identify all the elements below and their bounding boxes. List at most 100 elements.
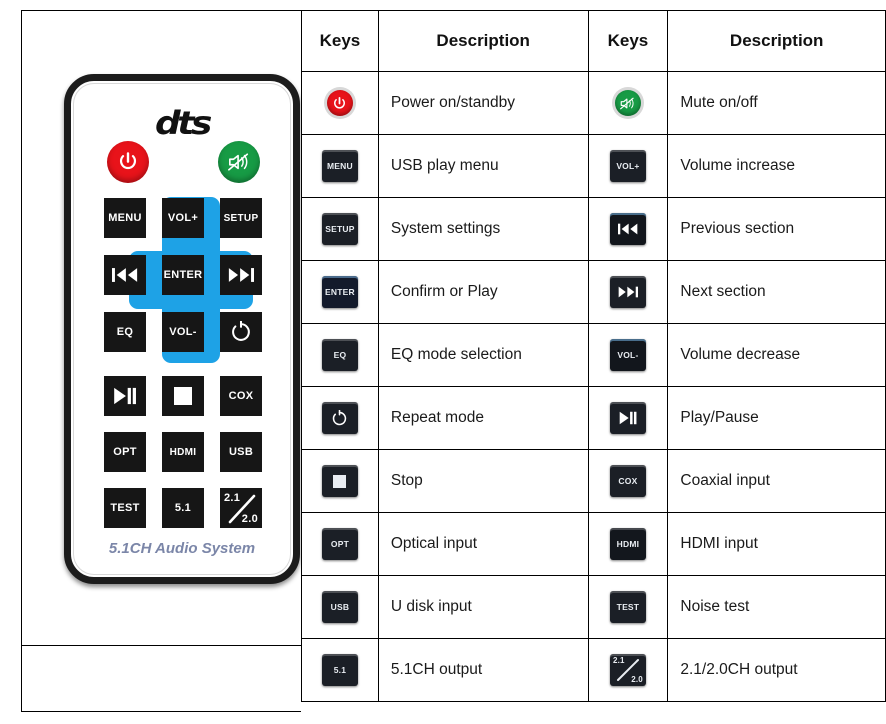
- key-cell-menu[interactable]: MENU: [301, 134, 379, 198]
- remote-key-label: OPT: [113, 446, 137, 458]
- table-row: USB U disk input TEST Noise test: [301, 575, 886, 639]
- table-row: Repeat mode Play/Pause: [301, 386, 886, 450]
- play-pause-icon: [114, 387, 136, 405]
- dts-logo: dts: [154, 104, 212, 142]
- key-cell-play-pause[interactable]: [587, 386, 669, 450]
- remote-key-repeat[interactable]: [220, 312, 262, 352]
- key-cell-opt[interactable]: OPT: [301, 512, 379, 576]
- key-description-table: Keys Description Keys Description Power …: [301, 10, 886, 702]
- slash-icon: [616, 659, 639, 681]
- key-cell-next[interactable]: [587, 260, 669, 324]
- desc-cell: Noise test: [667, 575, 886, 639]
- remote-key-previous[interactable]: [104, 255, 146, 295]
- desc-cell: Volume increase: [667, 134, 886, 198]
- optical-key-icon: OPT: [321, 528, 358, 560]
- remote-key-51ch[interactable]: 5.1: [162, 488, 204, 528]
- remote-key-menu[interactable]: MENU: [104, 198, 146, 238]
- remote-key-label: COX: [228, 390, 254, 402]
- previous-track-icon: [112, 268, 138, 282]
- remote-control-device: dts MENU VOL+ SETUP ENTER EQ VOL- COX OP…: [64, 74, 300, 584]
- volume-down-key-icon: VOL-: [609, 339, 646, 371]
- mute-icon: [611, 87, 644, 119]
- table-row: EQ EQ mode selection VOL- Volume decreas…: [301, 323, 886, 387]
- remote-key-label: VOL+: [167, 212, 199, 224]
- key-cell-setup[interactable]: SETUP: [301, 197, 379, 261]
- remote-key-next[interactable]: [220, 255, 262, 295]
- menu-key-icon: MENU: [321, 150, 358, 182]
- table-row: 5.1 5.1CH output 2.1 2.0 2.1/2.0CH outpu…: [301, 638, 886, 702]
- next-track-icon: [609, 276, 646, 308]
- desc-cell: Mute on/off: [667, 71, 886, 135]
- desc-cell: Volume decrease: [667, 323, 886, 387]
- key-cell-stop[interactable]: [301, 449, 379, 513]
- remote-key-cox[interactable]: COX: [220, 376, 262, 416]
- key-cell-51ch[interactable]: 5.1: [301, 638, 379, 702]
- remote-key-enter[interactable]: ENTER: [162, 255, 204, 295]
- header-keys-1: Keys: [301, 10, 379, 72]
- desc-cell: EQ mode selection: [377, 323, 589, 387]
- key-cell-power[interactable]: [301, 71, 379, 135]
- table-row: Power on/standby Mute on/off: [301, 71, 886, 135]
- repeat-icon: [232, 321, 250, 341]
- desc-cell: Repeat mode: [377, 386, 589, 450]
- remote-key-label: TEST: [110, 502, 140, 514]
- remote-key-vol-down[interactable]: VOL-: [162, 312, 204, 352]
- desc-cell: Previous section: [667, 197, 886, 261]
- remote-mute-button[interactable]: [218, 141, 260, 183]
- remote-key-label: VOL-: [169, 326, 197, 338]
- remote-power-button[interactable]: [107, 141, 149, 183]
- remote-key-test[interactable]: TEST: [104, 488, 146, 528]
- repeat-icon: [321, 402, 358, 434]
- stop-icon: [321, 465, 358, 497]
- key-cell-test[interactable]: TEST: [587, 575, 669, 639]
- stop-icon: [174, 387, 192, 405]
- desc-cell: 2.1/2.0CH output: [667, 638, 886, 702]
- remote-key-label: SETUP: [223, 212, 259, 224]
- header-keys-2: Keys: [587, 10, 669, 72]
- key-cell-mute[interactable]: [587, 71, 669, 135]
- key-cell-cox[interactable]: COX: [587, 449, 669, 513]
- remote-key-opt[interactable]: OPT: [104, 432, 146, 472]
- key-cell-21-20ch[interactable]: 2.1 2.0: [587, 638, 669, 702]
- remote-key-setup[interactable]: SETUP: [220, 198, 262, 238]
- remote-image-cell: dts MENU VOL+ SETUP ENTER EQ VOL- COX OP…: [21, 10, 301, 646]
- key-cell-eq[interactable]: EQ: [301, 323, 379, 387]
- desc-cell: Optical input: [377, 512, 589, 576]
- coaxial-key-icon: COX: [609, 465, 646, 497]
- ch51-key-icon: 5.1: [321, 654, 358, 686]
- usb-key-icon: USB: [321, 591, 358, 623]
- remote-key-play-pause[interactable]: [104, 376, 146, 416]
- key-cell-vol-up[interactable]: VOL+: [587, 134, 669, 198]
- remote-key-stop[interactable]: [162, 376, 204, 416]
- key-cell-usb[interactable]: USB: [301, 575, 379, 639]
- volume-up-key-icon: VOL+: [609, 150, 646, 182]
- key-cell-vol-down[interactable]: VOL-: [587, 323, 669, 387]
- remote-key-usb[interactable]: USB: [220, 432, 262, 472]
- manual-page: dts MENU VOL+ SETUP ENTER EQ VOL- COX OP…: [0, 0, 886, 724]
- remote-key-hdmi[interactable]: HDMI: [162, 432, 204, 472]
- previous-track-icon: [609, 213, 646, 245]
- key-cell-enter[interactable]: ENTER: [301, 260, 379, 324]
- remote-key-label: 5.1: [174, 502, 192, 514]
- remote-key-label: EQ: [116, 326, 134, 338]
- table-row: Stop COX Coaxial input: [301, 449, 886, 513]
- remote-key-eq[interactable]: EQ: [104, 312, 146, 352]
- remote-key-vol-up[interactable]: VOL+: [162, 198, 204, 238]
- desc-cell: Stop: [377, 449, 589, 513]
- remote-key-label: ENTER: [163, 269, 203, 281]
- key-cell-repeat[interactable]: [301, 386, 379, 450]
- desc-cell: HDMI input: [667, 512, 886, 576]
- remote-key-21-20ch[interactable]: 2.1 2.0: [220, 488, 262, 528]
- table-row: MENU USB play menu VOL+ Volume increase: [301, 134, 886, 198]
- remote-key-label: HDMI: [169, 446, 197, 458]
- ch21-key-icon: 2.1 2.0: [609, 654, 646, 686]
- enter-key-icon: ENTER: [321, 276, 358, 308]
- remote-key-label: MENU: [108, 212, 142, 224]
- power-icon: [120, 152, 136, 170]
- desc-cell: Confirm or Play: [377, 260, 589, 324]
- next-track-icon: [228, 268, 254, 282]
- header-description-1: Description: [377, 10, 589, 72]
- key-cell-hdmi[interactable]: HDMI: [587, 512, 669, 576]
- key-cell-previous[interactable]: [587, 197, 669, 261]
- desc-cell: USB play menu: [377, 134, 589, 198]
